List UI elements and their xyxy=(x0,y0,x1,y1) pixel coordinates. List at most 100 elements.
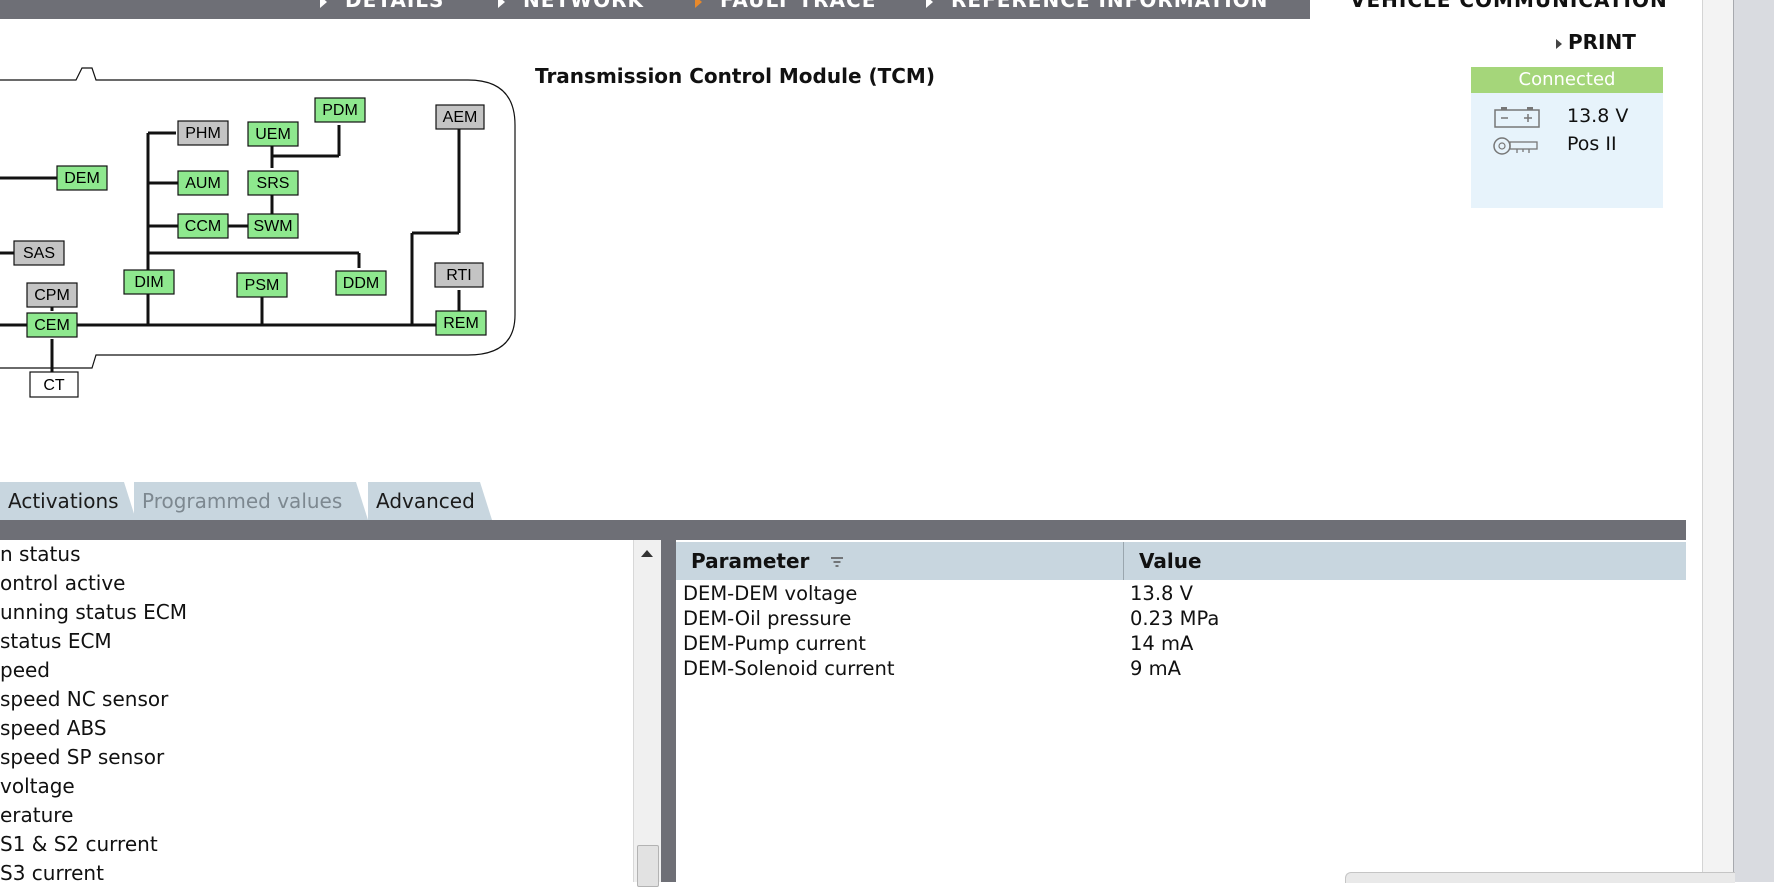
node-rti-label: RTI xyxy=(446,267,471,284)
chevron-right-icon xyxy=(926,0,933,8)
cell-value: 9 mA xyxy=(1130,657,1181,680)
chevron-right-icon xyxy=(320,0,327,8)
network-diagram: PHM UEM PDM AEM DEM AUM SRS CCM SWM SAS … xyxy=(0,67,516,398)
node-uem-label: UEM xyxy=(255,126,291,143)
list-item[interactable]: unning status ECM xyxy=(0,600,187,628)
node-rem: REM xyxy=(435,310,487,336)
node-rem-label: REM xyxy=(443,315,479,332)
node-aem-label: AEM xyxy=(443,109,478,126)
node-ct-label: CT xyxy=(43,377,65,394)
chevron-right-icon xyxy=(1556,38,1562,49)
list-item[interactable]: ontrol active xyxy=(0,571,125,599)
node-ct: CT xyxy=(29,371,79,398)
node-ccm-label: CCM xyxy=(185,218,221,235)
node-cpm: CPM xyxy=(26,282,78,308)
column-divider[interactable] xyxy=(1123,542,1124,580)
node-srs-label: SRS xyxy=(257,175,290,192)
tab-advanced-label: Advanced xyxy=(376,489,475,513)
cell-value: 14 mA xyxy=(1130,632,1194,655)
node-cpm-label: CPM xyxy=(34,287,70,304)
nav-details[interactable]: DETAILS xyxy=(320,0,444,12)
list-item[interactable]: voltage xyxy=(0,774,75,802)
nav-reference-information-label: REFERENCE INFORMATION xyxy=(951,0,1269,12)
tab-vehicle-communication[interactable]: VEHICLE COMMUNICATION xyxy=(1310,0,1702,19)
node-ddm: DDM xyxy=(335,270,387,296)
list-item[interactable]: speed SP sensor xyxy=(0,745,164,773)
node-psm: PSM xyxy=(236,272,288,298)
node-aum: AUM xyxy=(177,170,229,196)
module-title: Transmission Control Module (TCM) xyxy=(535,64,935,88)
node-dem: DEM xyxy=(56,165,108,191)
table-header: Parameter Value xyxy=(676,542,1686,580)
chevron-right-icon xyxy=(498,0,505,8)
print-button[interactable]: PRINT xyxy=(1556,30,1636,54)
node-psm-label: PSM xyxy=(245,277,280,294)
connection-status: Connected xyxy=(1471,67,1663,93)
node-rti: RTI xyxy=(434,262,484,288)
tab-advanced[interactable]: Advanced xyxy=(368,482,492,520)
list-item[interactable]: status ECM xyxy=(0,629,112,657)
list-item[interactable]: speed NC sensor xyxy=(0,687,168,715)
parameter-list: n status ontrol active unning status ECM… xyxy=(0,540,633,882)
node-uem: UEM xyxy=(247,121,299,147)
list-item[interactable]: S1 & S2 current xyxy=(0,832,158,860)
node-phm-label: PHM xyxy=(185,125,221,142)
column-header-value[interactable]: Value xyxy=(1139,542,1202,580)
top-nav-bar: DETAILS NETWORK FAULT TRACE REFERENCE IN… xyxy=(0,0,1310,19)
nav-details-label: DETAILS xyxy=(345,0,445,12)
table-row[interactable]: DEM-Pump current 14 mA xyxy=(676,632,1686,657)
key-icon xyxy=(1493,137,1538,155)
values-table: Parameter Value DEM-DEM voltage 13.8 V D… xyxy=(676,540,1686,882)
node-sas: SAS xyxy=(13,240,65,266)
cell-value: 13.8 V xyxy=(1130,582,1193,605)
cell-parameter: DEM-Oil pressure xyxy=(683,607,852,630)
node-swm: SWM xyxy=(247,213,299,239)
node-aem: AEM xyxy=(435,104,485,130)
nav-fault-trace[interactable]: FAULT TRACE xyxy=(695,0,876,12)
table-row[interactable]: DEM-DEM voltage 13.8 V xyxy=(676,582,1686,607)
nav-fault-trace-label: FAULT TRACE xyxy=(720,0,877,12)
scroll-up-icon[interactable] xyxy=(641,550,653,557)
column-header-parameter-label: Parameter xyxy=(691,549,810,573)
nav-reference-information[interactable]: REFERENCE INFORMATION xyxy=(926,0,1268,12)
cell-value: 0.23 MPa xyxy=(1130,607,1220,630)
list-item[interactable]: erature xyxy=(0,803,73,831)
nav-network[interactable]: NETWORK xyxy=(498,0,644,12)
battery-voltage-value: 13.8 V xyxy=(1567,105,1629,127)
list-item[interactable]: S3 current xyxy=(0,861,104,882)
list-scrollbar[interactable] xyxy=(633,540,661,887)
node-ccm: CCM xyxy=(177,213,229,239)
node-dim: DIM xyxy=(123,269,175,295)
sort-icon[interactable] xyxy=(830,556,844,568)
tab-activations[interactable]: Activations xyxy=(0,482,136,520)
list-item[interactable]: n status xyxy=(0,542,81,570)
node-aum-label: AUM xyxy=(185,175,221,192)
right-gutter xyxy=(1686,520,1702,882)
list-item[interactable]: peed xyxy=(0,658,50,686)
battery-icon xyxy=(1494,107,1540,128)
content-header-band xyxy=(0,520,1686,540)
cell-parameter: DEM-DEM voltage xyxy=(683,582,858,605)
node-pdm: PDM xyxy=(314,97,366,123)
node-ddm-label: DDM xyxy=(343,275,379,292)
tab-vehicle-communication-label: VEHICLE COMMUNICATION xyxy=(1350,0,1668,12)
print-label: PRINT xyxy=(1568,30,1636,54)
column-header-parameter[interactable]: Parameter xyxy=(691,542,809,580)
node-sas-label: SAS xyxy=(23,245,55,262)
window-scrollbar[interactable] xyxy=(1733,0,1774,882)
node-dem-label: DEM xyxy=(64,170,100,187)
table-row[interactable]: DEM-Oil pressure 0.23 MPa xyxy=(676,607,1686,632)
scroll-thumb[interactable] xyxy=(637,845,659,887)
tab-programmed-values-label: Programmed values xyxy=(142,489,343,513)
node-swm-label: SWM xyxy=(253,218,292,235)
node-cem-label: CEM xyxy=(34,317,70,334)
bottom-window-edge xyxy=(1345,872,1735,883)
node-dim-label: DIM xyxy=(134,274,163,291)
key-position-value: Pos II xyxy=(1567,133,1617,155)
tab-programmed-values[interactable]: Programmed values xyxy=(134,482,368,520)
cell-parameter: DEM-Pump current xyxy=(683,632,866,655)
connection-panel: Connected 13.8 V Pos II xyxy=(1471,67,1663,208)
list-item[interactable]: speed ABS xyxy=(0,716,107,744)
table-row[interactable]: DEM-Solenoid current 9 mA xyxy=(676,657,1686,682)
tab-activations-label: Activations xyxy=(8,489,119,513)
